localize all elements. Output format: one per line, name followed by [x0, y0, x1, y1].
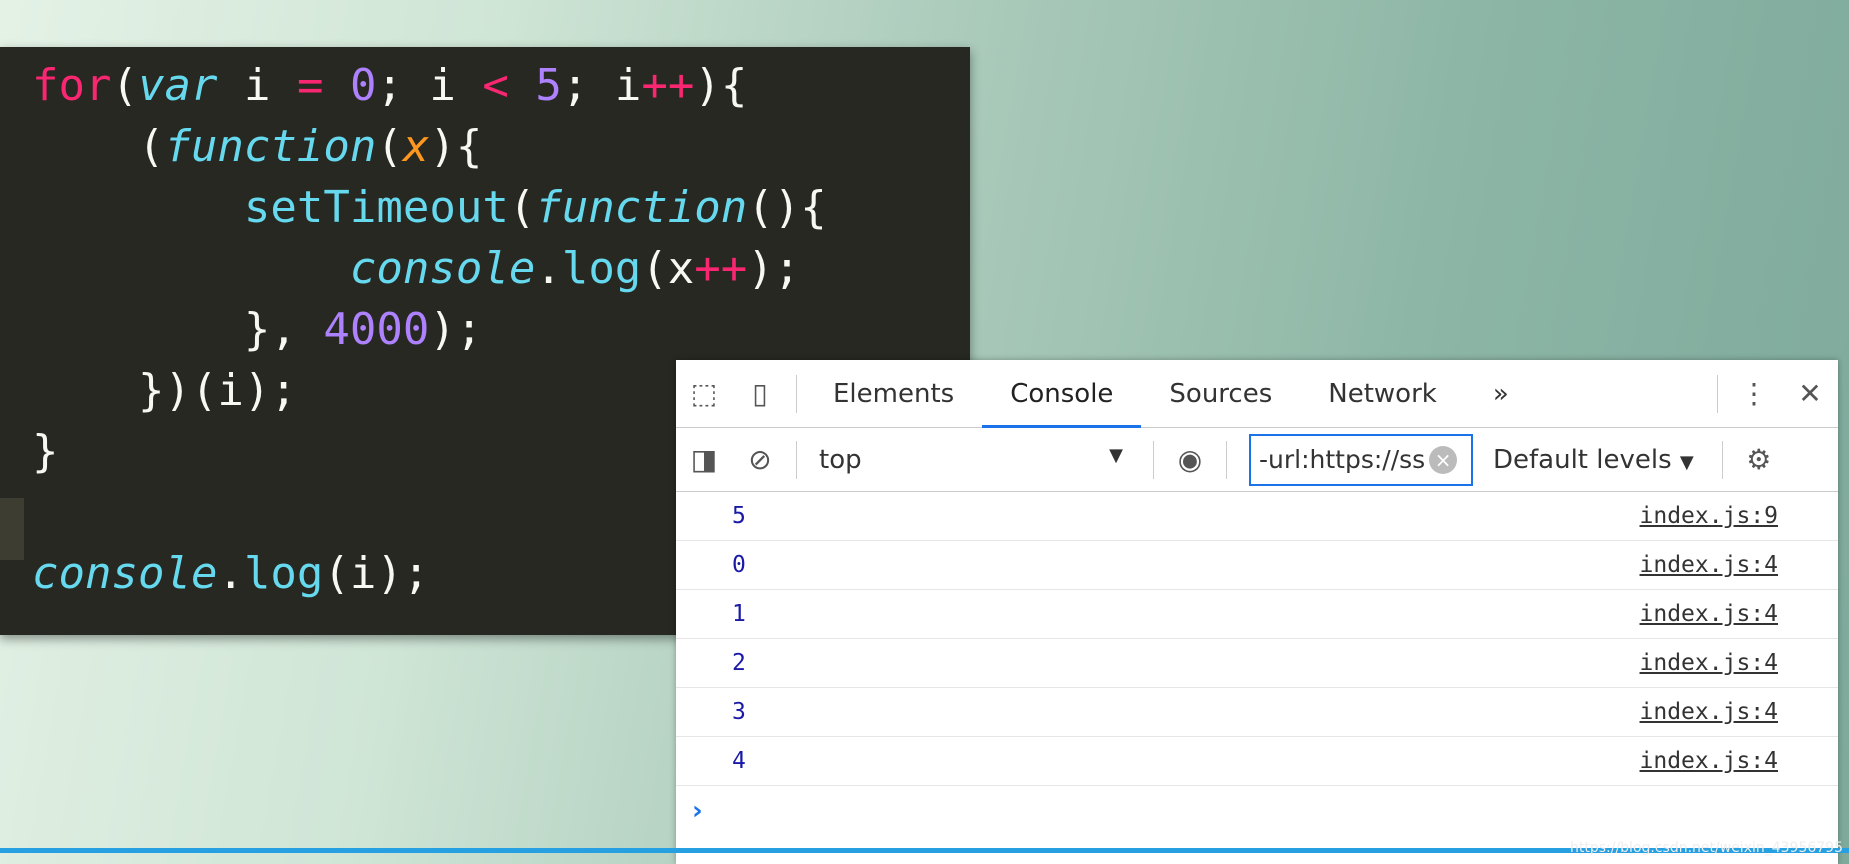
tab-elements[interactable]: Elements: [805, 360, 982, 428]
filter-input[interactable]: -url:https://ss ×: [1249, 433, 1473, 486]
code-token: =: [296, 60, 324, 111]
clear-console-icon[interactable]: ⊘: [732, 443, 788, 476]
code-line: }, 4000);: [32, 299, 970, 360]
console-row: 2 index.js:4: [676, 639, 1838, 688]
code-token: <: [482, 60, 509, 111]
clear-filter-icon[interactable]: ×: [1429, 445, 1458, 474]
console-row: 5 index.js:9: [676, 492, 1838, 541]
divider: [796, 440, 797, 479]
more-options-icon[interactable]: ⋮: [1726, 377, 1782, 410]
tab-sources[interactable]: Sources: [1141, 360, 1300, 428]
more-tabs-button[interactable]: »: [1465, 360, 1537, 428]
source-link[interactable]: index.js:4: [1640, 601, 1778, 627]
code-line: console.log(x++);: [32, 238, 970, 299]
code-token: x: [402, 121, 430, 172]
code-token: log: [561, 243, 642, 294]
code-token: ){: [429, 121, 483, 172]
code-line: for(var i = 0; i < 5; i++){: [32, 55, 970, 116]
code-token: log: [243, 548, 324, 599]
code-token: console: [32, 548, 218, 599]
devtools-panel: ⬚ ▯ Elements Console Sources Network » ⋮…: [676, 360, 1838, 864]
filter-value: -url:https://ss: [1259, 445, 1426, 474]
console-row: 4 index.js:4: [676, 737, 1838, 786]
live-expression-eye-icon[interactable]: ◉: [1162, 443, 1218, 476]
code-token: for: [32, 60, 112, 111]
code-token: 4000: [323, 304, 430, 355]
divider: [1717, 374, 1718, 413]
code-token: ){: [694, 60, 748, 111]
divider: [1153, 440, 1154, 479]
source-link[interactable]: index.js:4: [1640, 699, 1778, 725]
log-value: 0: [732, 552, 746, 578]
source-link[interactable]: index.js:4: [1640, 552, 1778, 578]
console-messages: 5 index.js:9 0 index.js:4 1 index.js:4 2 index.…: [676, 492, 1838, 786]
inspect-element-icon[interactable]: ⬚: [676, 377, 732, 410]
code-token: (x: [641, 243, 695, 294]
context-value: top: [819, 444, 862, 475]
console-prompt[interactable]: ›: [676, 786, 1838, 826]
watermark: https://blog.csdn.net/weixin_43956795: [1569, 840, 1843, 856]
code-token: (){: [747, 182, 827, 233]
divider: [1226, 440, 1227, 479]
source-link[interactable]: index.js:9: [1640, 503, 1778, 529]
levels-label: Default levels: [1493, 444, 1672, 475]
divider: [796, 374, 797, 413]
code-token: ++: [694, 243, 748, 294]
line-marker: [0, 498, 24, 560]
close-icon[interactable]: ✕: [1782, 377, 1838, 410]
dropdown-arrow-icon: ▼: [1109, 444, 1123, 466]
code-token: (: [376, 121, 403, 172]
context-selector[interactable]: top ▼: [805, 445, 1145, 475]
code-token: function: [535, 182, 748, 233]
log-value: 5: [732, 503, 746, 529]
code-token: var: [137, 60, 218, 111]
code-token: setTimeout: [243, 182, 509, 233]
code-line: (function(x){: [32, 116, 970, 177]
settings-gear-icon[interactable]: ⚙: [1731, 443, 1787, 476]
code-token: i: [217, 60, 297, 111]
tab-network[interactable]: Network: [1300, 360, 1465, 428]
log-value: 4: [732, 748, 746, 774]
device-toolbar-icon[interactable]: ▯: [732, 377, 788, 410]
code-token: .: [535, 243, 562, 294]
code-token: (: [32, 121, 165, 172]
code-token: (: [111, 60, 138, 111]
log-value: 3: [732, 699, 746, 725]
log-value: 2: [732, 650, 746, 676]
code-token: })(i);: [32, 365, 297, 416]
console-row: 1 index.js:4: [676, 590, 1838, 639]
divider: [1721, 440, 1723, 479]
code-token: .: [217, 548, 244, 599]
code-token: (: [508, 182, 536, 233]
log-value: 1: [732, 601, 746, 627]
code-token: );: [747, 243, 801, 294]
code-token: },: [32, 304, 324, 355]
code-token: }: [32, 426, 59, 477]
code-token: );: [429, 304, 483, 355]
source-link[interactable]: index.js:4: [1640, 650, 1778, 676]
code-line: setTimeout(function(){: [32, 177, 970, 238]
sidebar-toggle-icon[interactable]: ◨: [676, 443, 732, 476]
log-levels-dropdown[interactable]: Default levels ▼: [1473, 445, 1714, 475]
console-toolbar: ◨ ⊘ top ▼ ◉ -url:https://ss × Default leve…: [676, 428, 1838, 492]
devtools-tabbar: ⬚ ▯ Elements Console Sources Network » ⋮…: [676, 360, 1838, 428]
code-token: ; i: [376, 60, 483, 111]
console-row: 0 index.js:4: [676, 541, 1838, 590]
code-token: (i);: [323, 548, 430, 599]
code-token: ; i: [561, 60, 642, 111]
code-token: ++: [641, 60, 695, 111]
dropdown-arrow-icon: ▼: [1679, 451, 1694, 473]
code-token: function: [164, 121, 377, 172]
code-token: 5: [535, 60, 562, 111]
console-row: 3 index.js:4: [676, 688, 1838, 737]
code-token: console: [349, 243, 536, 294]
source-link[interactable]: index.js:4: [1640, 748, 1778, 774]
code-token: 0: [349, 60, 377, 111]
tab-console[interactable]: Console: [982, 360, 1142, 428]
